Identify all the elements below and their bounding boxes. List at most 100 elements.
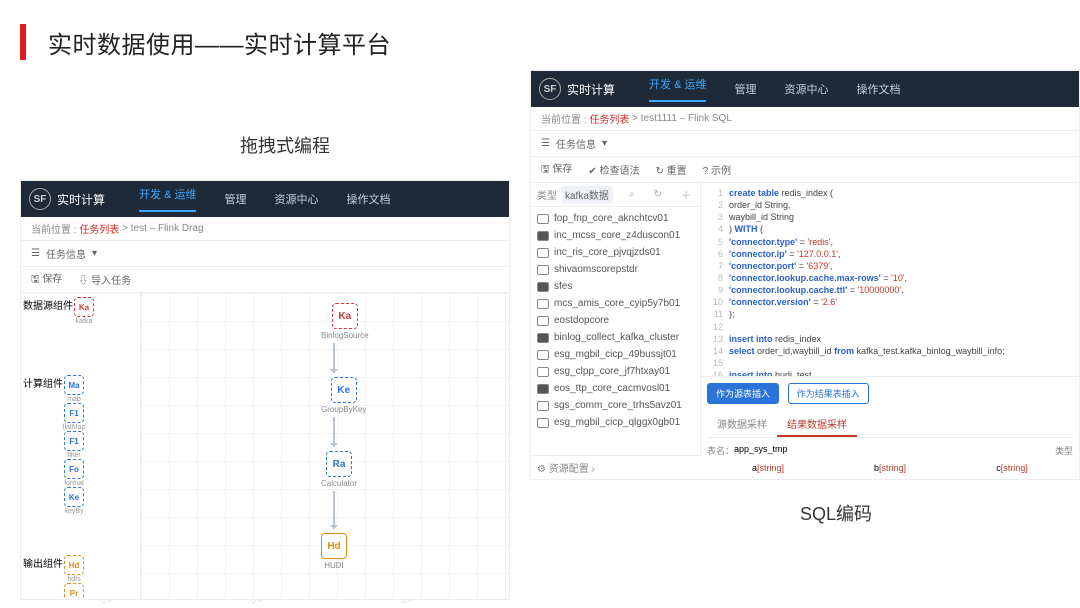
c: ,	[831, 237, 834, 247]
eq: =	[797, 237, 807, 247]
tree-item[interactable]: esg_clpp_core_jf7htxay01	[533, 363, 698, 380]
v: 'redis'	[808, 237, 831, 247]
reset-button[interactable]: ↻ 重置	[655, 162, 686, 177]
database-icon	[537, 316, 549, 326]
node-groupby[interactable]: Ke GroupByKey	[321, 377, 366, 414]
refresh-icon[interactable]: ↻	[651, 189, 665, 200]
nav-dev-ops[interactable]: 开发 & 运维	[139, 186, 196, 212]
col-type: [string]	[757, 463, 784, 473]
kw: WITH	[735, 224, 758, 234]
edge	[333, 343, 335, 373]
kw: insert into	[729, 334, 773, 344]
chip-filter[interactable]: F1 filter	[63, 431, 85, 459]
nav-manage[interactable]: 管理	[224, 191, 246, 207]
database-icon	[537, 299, 549, 309]
chip-format[interactable]: Fo format	[63, 459, 85, 487]
chip-keyBy[interactable]: Ke keyBy	[63, 487, 85, 515]
txt: kafka_test.kafka_binlog_waybill_info;	[854, 346, 1005, 356]
tree-item[interactable]: esg_mgbil_cicp_49bussjt01	[533, 346, 698, 363]
tree-item[interactable]: sfes	[533, 278, 698, 295]
chip-kafka-source[interactable]: Ka kafka	[73, 297, 95, 325]
tree-item[interactable]: binlog_collect_kafka_cluster	[533, 329, 698, 346]
eq: =	[881, 273, 891, 283]
tab-source-sample[interactable]: 源数据采样	[707, 412, 777, 437]
nav-resource[interactable]: 资源中心	[784, 81, 828, 97]
group-source-label: 数据源组件	[23, 297, 73, 325]
tree-item[interactable]: shivaomscorepstdr	[533, 261, 698, 278]
save-button[interactable]: 🖫 保存	[541, 160, 572, 179]
import-button[interactable]: ⇩ 导入任务	[78, 272, 131, 287]
kw: select	[729, 346, 755, 356]
drag-canvas[interactable]: Ka BinlogSource Ke GroupByKey Ra Calcula…	[141, 293, 509, 599]
database-icon	[537, 214, 549, 224]
search-icon[interactable]: ⌕	[626, 189, 638, 200]
crumb-tail: > test – Flink Drag	[122, 223, 203, 234]
chip-print[interactable]: Pr print	[63, 583, 85, 600]
import-label: 导入任务	[91, 276, 131, 287]
database-icon	[537, 248, 549, 258]
sql-editor[interactable]: 1create table redis_index ( 2order_id St…	[701, 183, 1079, 376]
chip-map[interactable]: Ma map	[63, 375, 85, 403]
save-button[interactable]: 🖫 保存	[31, 270, 62, 289]
tree-type-value[interactable]: kafka数据	[561, 186, 613, 203]
crumb-prefix: 当前位置 :	[541, 111, 587, 126]
txt: order_id,waybill_id	[755, 346, 835, 356]
logo-icon: SF	[539, 78, 561, 100]
chip-text: flatMap	[63, 424, 86, 431]
example-button[interactable]: ? 示例	[703, 162, 731, 177]
nav-resource[interactable]: 资源中心	[274, 191, 318, 207]
tree-item[interactable]: eos_ttp_core_cacmvosl01	[533, 380, 698, 397]
chip-icon: Pr	[64, 583, 84, 600]
tree-item[interactable]: inc_mcss_core_z4duscon01	[533, 227, 698, 244]
tree-item[interactable]: fop_fnp_core_aknchtcv01	[533, 210, 698, 227]
nav-manage[interactable]: 管理	[734, 81, 756, 97]
nav-docs[interactable]: 操作文档	[856, 81, 900, 97]
node-icon: Ke	[331, 377, 357, 403]
chip-text: format	[64, 480, 84, 487]
task-info-bar[interactable]: ☰ 任务信息 ▾	[21, 241, 509, 267]
save-label: 保存	[552, 164, 572, 175]
chip-icon: F1	[64, 403, 84, 423]
check-button[interactable]: ✔ 检查语法	[588, 162, 639, 177]
tree-item[interactable]: mcs_amis_core_cyip5y7b01	[533, 295, 698, 312]
nav-docs[interactable]: 操作文档	[346, 191, 390, 207]
tree-item[interactable]: sgs_comm_core_trhs5avz01	[533, 397, 698, 414]
node-label: Calculator	[321, 479, 357, 488]
chip-flatMap[interactable]: F1 flatMap	[63, 403, 85, 431]
k: 'connector.lookup.cache.ttl'	[729, 285, 847, 295]
crumb-task-list[interactable]: 任务列表	[589, 111, 629, 126]
tree-item[interactable]: inc_ris_core_pjvqjzds01	[533, 244, 698, 261]
database-icon	[537, 333, 549, 343]
node-calculator[interactable]: Ra Calculator	[321, 451, 357, 488]
chip-icon: Ma	[64, 375, 84, 395]
brand: 实时计算	[567, 81, 615, 98]
node-hudi[interactable]: Hd HUDI	[321, 533, 347, 570]
insert-as-sink-button[interactable]: 作为结果表插入	[788, 383, 869, 404]
chip-text: hdfs	[67, 576, 80, 583]
label-drag-programming: 拖拽式编程	[240, 132, 330, 158]
eq: =	[811, 297, 821, 307]
tree-item[interactable]: esg_mgbil_cicp_qlggx0gb01	[533, 414, 698, 431]
navbar: SF 实时计算 开发 & 运维 管理 资源中心 操作文档	[21, 181, 509, 217]
txt: )	[729, 224, 732, 234]
nav-dev-ops[interactable]: 开发 & 运维	[649, 76, 706, 102]
c: ,	[830, 261, 833, 271]
eq: =	[796, 261, 806, 271]
add-icon[interactable]: ＋	[678, 187, 694, 202]
task-info-label: 任务信息	[46, 246, 86, 261]
txt: );	[729, 308, 735, 320]
result-col: a[string]	[707, 463, 829, 473]
chip-text: map	[67, 396, 81, 403]
v: '10000000'	[858, 285, 901, 295]
task-info-label: 任务信息	[556, 136, 596, 151]
tab-result-sample[interactable]: 结果数据采样	[777, 412, 857, 437]
panel-drag-programming: SF 实时计算 开发 & 运维 管理 资源中心 操作文档 当前位置 : 任务列表…	[20, 180, 510, 600]
chip-hdfs[interactable]: Hd hdfs	[63, 555, 85, 583]
crumb-task-list[interactable]: 任务列表	[79, 221, 119, 236]
tree-item[interactable]: eostdopcore	[533, 312, 698, 329]
insert-as-source-button[interactable]: 作为源表插入	[707, 383, 779, 404]
resource-config[interactable]: ⚙ 资源配置 ›	[531, 455, 701, 479]
node-binlog-source[interactable]: Ka BinlogSource	[321, 303, 369, 340]
example-label: 示例	[711, 166, 731, 177]
task-info-bar[interactable]: ☰ 任务信息 ▾	[531, 131, 1079, 157]
